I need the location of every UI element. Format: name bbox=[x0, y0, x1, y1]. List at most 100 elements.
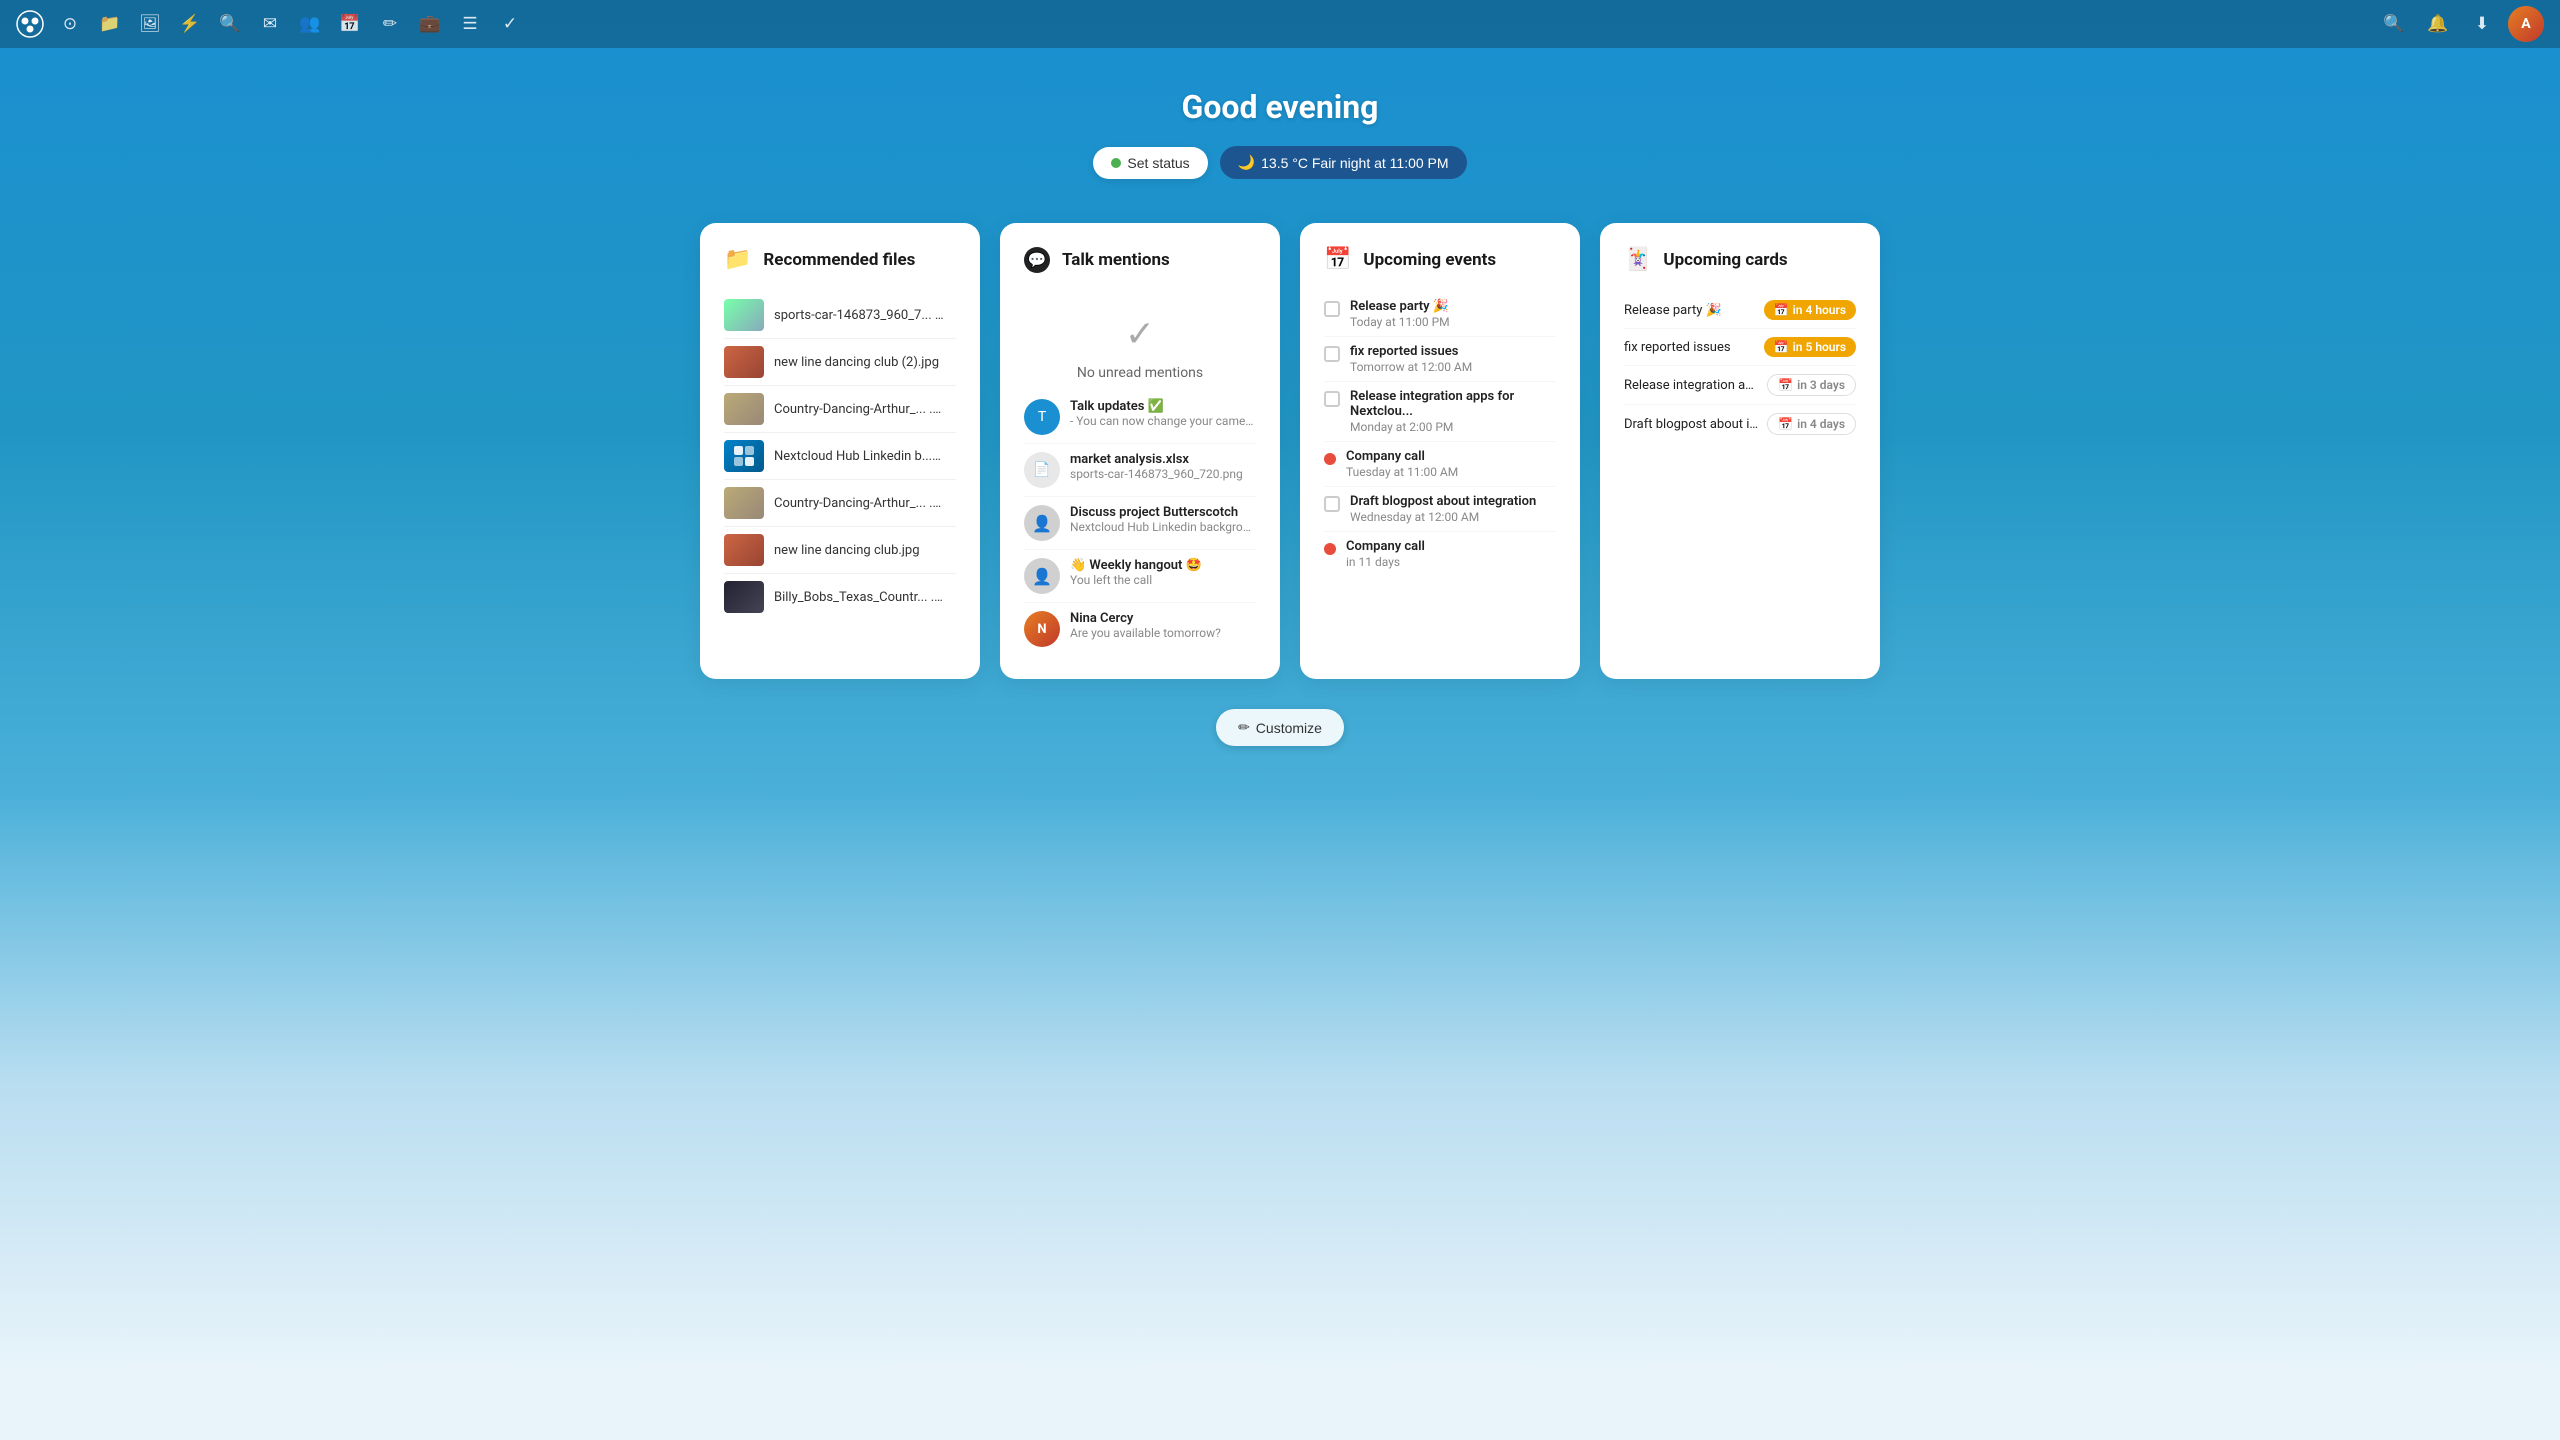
mention-content: Nina Cercy Are you available tomorrow? bbox=[1070, 611, 1256, 640]
mention-avatar: 📄 bbox=[1024, 452, 1060, 488]
mention-item[interactable]: T Talk updates ✅ - You can now change yo… bbox=[1024, 391, 1256, 444]
upcoming-cards-title: Upcoming cards bbox=[1663, 250, 1787, 270]
mail-icon[interactable]: ✉ bbox=[252, 6, 288, 42]
talk-mentions-card: 💬 Talk mentions ✓ No unread mentions T T… bbox=[1000, 223, 1280, 679]
mention-item[interactable]: N Nina Cercy Are you available tomorrow? bbox=[1024, 603, 1256, 655]
file-name: sports-car-146873_960_7... .png bbox=[774, 308, 944, 323]
event-checkbox[interactable] bbox=[1324, 391, 1340, 407]
mention-content: Talk updates ✅ - You can now change your… bbox=[1070, 399, 1256, 428]
event-time: Tomorrow at 12:00 AM bbox=[1350, 360, 1472, 374]
card-header-files: 📁 Recommended files bbox=[724, 247, 956, 272]
calendar-icon: 📅 bbox=[1324, 247, 1351, 272]
briefcase-icon[interactable]: 💼 bbox=[412, 6, 448, 42]
event-details: Release party 🎉 Today at 11:00 PM bbox=[1350, 299, 1450, 329]
mention-item[interactable]: 👤 Discuss project Butterscotch Nextcloud… bbox=[1024, 497, 1256, 550]
folder-icon: 📁 bbox=[724, 247, 751, 272]
file-name: Country-Dancing-Arthur_... .jpg bbox=[774, 496, 944, 511]
event-title: fix reported issues bbox=[1350, 344, 1472, 359]
upcoming-name: Release integration apps for... bbox=[1624, 378, 1759, 393]
nina-cercy-avatar: N bbox=[1024, 611, 1060, 647]
event-time: Monday at 2:00 PM bbox=[1350, 420, 1556, 434]
event-item[interactable]: Release integration apps for Nextclou...… bbox=[1324, 382, 1556, 442]
event-details: Company call in 11 days bbox=[1346, 539, 1425, 569]
search-icon[interactable]: 🔍 bbox=[212, 6, 248, 42]
set-status-button[interactable]: Set status bbox=[1093, 147, 1207, 179]
contacts-icon[interactable]: 👥 bbox=[292, 6, 328, 42]
mention-item[interactable]: 📄 market analysis.xlsx sports-car-146873… bbox=[1024, 444, 1256, 497]
deck-icon: 🃏 bbox=[1624, 247, 1651, 272]
tasks-icon[interactable]: ✓ bbox=[492, 6, 528, 42]
file-item[interactable]: Country-Dancing-Arthur_... .jpg bbox=[724, 480, 956, 527]
mention-item[interactable]: 👤 👋 Weekly hangout 🤩 You left the call bbox=[1024, 550, 1256, 603]
calendar-small-icon: 📅 bbox=[1778, 378, 1793, 392]
weather-button[interactable]: 🌙 13.5 °C Fair night at 11:00 PM bbox=[1220, 146, 1467, 179]
mention-name: market analysis.xlsx bbox=[1070, 452, 1256, 467]
event-checkbox[interactable] bbox=[1324, 301, 1340, 317]
files-icon[interactable]: 📁 bbox=[92, 6, 128, 42]
file-item[interactable]: sports-car-146873_960_7... .png bbox=[724, 292, 956, 339]
event-item[interactable]: Company call in 11 days bbox=[1324, 532, 1556, 576]
file-name: Nextcloud Hub Linkedin b... .png bbox=[774, 449, 944, 464]
upcoming-name: Release party 🎉 bbox=[1624, 303, 1756, 318]
file-item[interactable]: new line dancing club (2).jpg bbox=[724, 339, 956, 386]
event-dot bbox=[1324, 543, 1336, 555]
event-checkbox[interactable] bbox=[1324, 496, 1340, 512]
user-avatar[interactable]: A bbox=[2508, 6, 2544, 42]
circle-icon[interactable]: ⊙ bbox=[52, 6, 88, 42]
card-header-events: 📅 Upcoming events bbox=[1324, 247, 1556, 272]
calendar-small-icon: 📅 bbox=[1774, 340, 1789, 354]
mention-avatar: 👤 bbox=[1024, 558, 1060, 594]
mention-text: Are you available tomorrow? bbox=[1070, 626, 1256, 640]
upcoming-name: fix reported issues bbox=[1624, 340, 1756, 355]
mention-text: sports-car-146873_960_720.png bbox=[1070, 467, 1256, 481]
upcoming-events-card: 📅 Upcoming events Release party 🎉 Today … bbox=[1300, 223, 1580, 679]
file-item[interactable]: Billy_Bobs_Texas_Countr... .jpg bbox=[724, 574, 956, 620]
event-item[interactable]: Draft blogpost about integration Wednesd… bbox=[1324, 487, 1556, 532]
no-mentions-text: No unread mentions bbox=[1077, 365, 1203, 381]
file-item[interactable]: new line dancing club.jpg bbox=[724, 527, 956, 574]
app-logo[interactable] bbox=[16, 10, 44, 38]
event-details: Draft blogpost about integration Wednesd… bbox=[1350, 494, 1536, 524]
file-name: new line dancing club (2).jpg bbox=[774, 355, 939, 370]
event-title: Company call bbox=[1346, 449, 1458, 464]
event-checkbox[interactable] bbox=[1324, 346, 1340, 362]
file-name: Country-Dancing-Arthur_... .jpg bbox=[774, 402, 944, 417]
nav-items: ⊙ 📁 🖼 ⚡ 🔍 ✉ 👥 📅 ✏ 💼 ☰ ✓ bbox=[52, 6, 2376, 42]
notes-icon[interactable]: ✏ bbox=[372, 6, 408, 42]
upcoming-item[interactable]: Draft blogpost about integra... 📅 in 4 d… bbox=[1624, 405, 1856, 443]
customize-icon: ✏ bbox=[1238, 719, 1250, 736]
file-item[interactable]: Country-Dancing-Arthur_... .jpg bbox=[724, 386, 956, 433]
event-item[interactable]: Release party 🎉 Today at 11:00 PM bbox=[1324, 292, 1556, 337]
talk-icon: 💬 bbox=[1024, 247, 1050, 273]
card-header-talk: 💬 Talk mentions bbox=[1024, 247, 1256, 273]
mention-text: Nextcloud Hub Linkedin backgrou... bbox=[1070, 520, 1256, 534]
mention-name: Nina Cercy bbox=[1070, 611, 1256, 626]
file-name: new line dancing club.jpg bbox=[774, 543, 920, 558]
weather-label: 13.5 °C Fair night at 11:00 PM bbox=[1261, 155, 1448, 171]
recommended-files-card: 📁 Recommended files sports-car-146873_96… bbox=[700, 223, 980, 679]
cards-grid: 📁 Recommended files sports-car-146873_96… bbox=[680, 203, 1880, 699]
upcoming-events-title: Upcoming events bbox=[1363, 250, 1496, 270]
file-item[interactable]: Nextcloud Hub Linkedin b... .png bbox=[724, 433, 956, 480]
notifications-icon[interactable]: 🔔 bbox=[2420, 6, 2456, 42]
upcoming-item[interactable]: Release party 🎉 📅 in 4 hours bbox=[1624, 292, 1856, 329]
activity-icon[interactable]: ⚡ bbox=[172, 6, 208, 42]
greeting-section: Good evening Set status 🌙 13.5 °C Fair n… bbox=[1093, 48, 1466, 203]
calendar-small-icon: 📅 bbox=[1778, 417, 1793, 431]
photos-icon[interactable]: 🖼 bbox=[132, 6, 168, 42]
upcoming-item[interactable]: Release integration apps for... 📅 in 3 d… bbox=[1624, 366, 1856, 405]
upcoming-badge: 📅 in 4 days bbox=[1767, 413, 1856, 435]
mention-name: 👋 Weekly hangout 🤩 bbox=[1070, 558, 1256, 573]
upcoming-item[interactable]: fix reported issues 📅 in 5 hours bbox=[1624, 329, 1856, 366]
search-top-icon[interactable]: 🔍 bbox=[2376, 6, 2412, 42]
event-time: Tuesday at 11:00 AM bbox=[1346, 465, 1458, 479]
event-details: Company call Tuesday at 11:00 AM bbox=[1346, 449, 1458, 479]
mention-text: - You can now change your camer... bbox=[1070, 414, 1256, 428]
status-dot bbox=[1111, 158, 1121, 168]
menu-icon[interactable]: ☰ bbox=[452, 6, 488, 42]
calendar-icon[interactable]: 📅 bbox=[332, 6, 368, 42]
downloads-icon[interactable]: ⬇ bbox=[2464, 6, 2500, 42]
customize-button[interactable]: ✏ Customize bbox=[1216, 709, 1344, 746]
event-item[interactable]: fix reported issues Tomorrow at 12:00 AM bbox=[1324, 337, 1556, 382]
event-item[interactable]: Company call Tuesday at 11:00 AM bbox=[1324, 442, 1556, 487]
